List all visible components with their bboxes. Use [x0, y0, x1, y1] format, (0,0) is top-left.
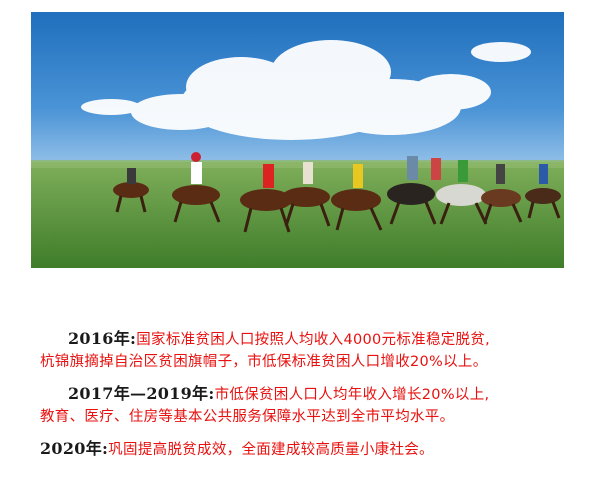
year-label: 2020年: — [40, 439, 109, 458]
goal-text-line: 市低保贫困人口人均年收入增长20%以上, — [214, 387, 490, 403]
year-label: 2016年: — [68, 329, 137, 348]
goal-text-line: 杭锦旗摘掉自治区贫困旗帽子，市低保标准贫困人口增收20%以上。 — [40, 354, 488, 370]
poverty-goals-text: 2016年:国家标准贫困人口按照人均收入4000元标准稳定脱贫, 杭锦旗摘掉自治… — [40, 328, 580, 461]
goal-paragraph-2017-2019: 2017年—2019年:市低保贫困人口人均年收入增长20%以上, 教育、医疗、住… — [40, 383, 580, 428]
goal-paragraph-2020: 2020年:巩固提高脱贫成效，全面建成较高质量小康社会。 — [40, 438, 580, 461]
horse-race-photo — [31, 12, 564, 268]
goal-text-line: 教育、医疗、住房等基本公共服务保障水平达到全市平均水平。 — [40, 409, 455, 425]
goal-paragraph-2016: 2016年:国家标准贫困人口按照人均收入4000元标准稳定脱贫, 杭锦旗摘掉自治… — [40, 328, 580, 373]
goal-text-line: 巩固提高脱贫成效，全面建成较高质量小康社会。 — [108, 442, 434, 458]
goal-text-line: 国家标准贫困人口按照人均收入4000元标准稳定脱贫, — [136, 332, 491, 348]
year-label: 2017年—2019年: — [68, 384, 215, 403]
header-photo — [31, 12, 564, 268]
